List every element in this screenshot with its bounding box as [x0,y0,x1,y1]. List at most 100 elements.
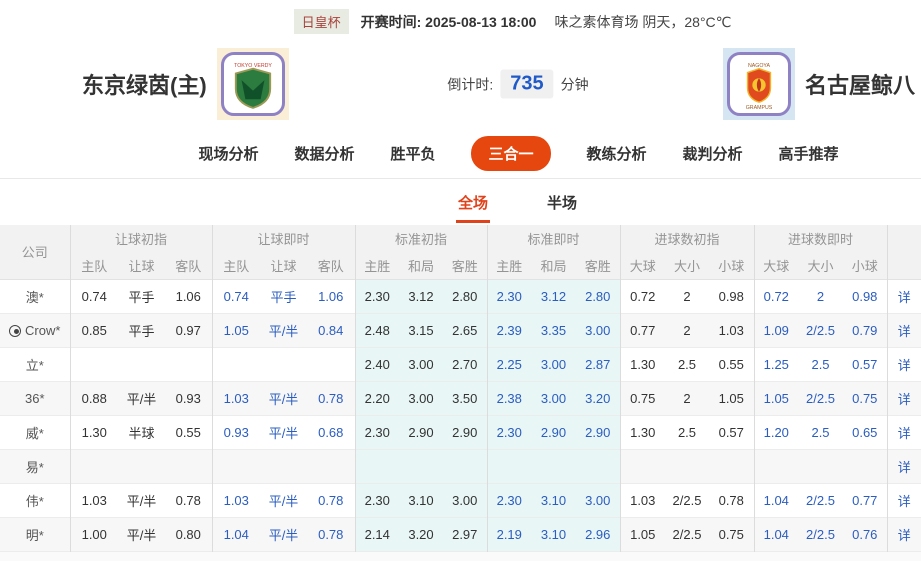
away-team-logo: NAGOYA GRAMPUS [723,48,795,120]
odds-cell [260,449,307,483]
odds-cell: 平/半 [118,483,165,517]
away-logo-ring: NAGOYA GRAMPUS [727,52,791,116]
odds-cell: 2.30 [355,483,399,517]
sub-header: 客胜 [443,252,487,279]
odds-cell: 2.96 [576,517,620,551]
odds-cell: 2.80 [576,279,620,313]
odds-cell [165,449,212,483]
sub-header: 主队 [212,252,260,279]
team-header: 东京绿茵(主) TOKYO VERDY 倒计时: 735 分钟 NAGOYA [0,42,921,126]
odds-cell: 1.05 [709,381,754,415]
odds-cell: 平手 [260,279,307,313]
odds-cell [212,347,260,381]
odds-cell [576,449,620,483]
odds-cell: 2.65 [443,313,487,347]
table-row: 伟*1.03平/半0.781.03平/半0.782.303.103.002.30… [0,483,921,517]
odds-cell [70,347,118,381]
table-row: Crow*0.85平手0.971.05平/半0.842.483.152.652.… [0,313,921,347]
odds-cell [399,449,443,483]
nav-tab-3[interactable]: 胜平负 [390,143,435,164]
nav-tab-2[interactable]: 数据分析 [294,143,354,164]
detail-link[interactable]: 详 [898,494,911,509]
odds-cell: 1.20 [754,415,798,449]
odds-cell: 1.00 [70,517,118,551]
odds-cell: 2.30 [355,279,399,313]
nav-tab-7[interactable]: 高手推荐 [779,143,839,164]
soccer-ball-icon [9,325,21,337]
countdown: 倒计时: 735 分钟 [447,70,588,99]
detail-link[interactable]: 详 [898,460,911,475]
table-row: 澳*0.74平手1.060.74平手1.062.303.122.802.303.… [0,279,921,313]
group-header-3: 标准初指 [355,225,487,252]
odds-cell: 2/2.5 [798,517,843,551]
odds-cell: 1.04 [754,517,798,551]
odds-cell: 3.00 [531,347,576,381]
company-cell: 36* [0,381,70,415]
detail-cell: 详 [887,347,921,381]
home-team-name: 东京绿茵(主) [82,68,207,100]
sub-header: 客队 [165,252,212,279]
odds-cell: 2 [665,381,709,415]
odds-cell: 平/半 [260,381,307,415]
odds-cell: 2.5 [798,415,843,449]
odds-cell: 1.30 [620,347,665,381]
detail-link[interactable]: 详 [898,290,911,305]
odds-cell [709,449,754,483]
odds-cell: 2.5 [665,347,709,381]
partial-row [0,551,921,561]
company-cell: 明* [0,517,70,551]
sub-tab-2[interactable]: 半场 [545,192,579,223]
nav-tab-4[interactable]: 三合一 [471,136,550,171]
home-crest-shield [235,69,269,108]
tokyo-verdy-crest-icon: TOKYO VERDY [232,59,274,109]
detail-cell: 详 [887,517,921,551]
group-header-4: 标准即时 [487,225,620,252]
sub-tab-1[interactable]: 全场 [456,192,490,223]
detail-link[interactable]: 详 [898,426,911,441]
sub-header: 主队 [70,252,118,279]
odds-cell: 0.78 [307,517,355,551]
odds-cell: 3.00 [399,381,443,415]
odds-cell: 3.12 [531,279,576,313]
sub-header: 小球 [843,252,887,279]
group-header-6: 进球数即时 [754,225,887,252]
detail-cell: 详 [887,313,921,347]
detail-cell: 详 [887,415,921,449]
odds-cell: 2.48 [355,313,399,347]
detail-link[interactable]: 详 [898,392,911,407]
odds-cell: 1.04 [212,517,260,551]
odds-cell: 1.25 [754,347,798,381]
odds-cell: 2.5 [798,347,843,381]
odds-cell: 2.90 [531,415,576,449]
company-name: 明* [26,528,44,543]
odds-cell: 平/半 [260,313,307,347]
odds-cell: 2.90 [399,415,443,449]
company-name: 威* [26,426,44,441]
partial-cell [0,551,921,561]
table-row: 威*1.30半球0.550.93平/半0.682.302.902.902.302… [0,415,921,449]
nav-tab-5[interactable]: 教练分析 [587,143,647,164]
odds-cell [307,347,355,381]
odds-cell [307,449,355,483]
odds-cell: 0.65 [843,415,887,449]
odds-cell: 0.75 [709,517,754,551]
odds-cell: 0.98 [709,279,754,313]
detail-link[interactable]: 详 [898,528,911,543]
odds-cell: 1.03 [212,381,260,415]
detail-link[interactable]: 详 [898,358,911,373]
sub-header: 和局 [531,252,576,279]
odds-cell: 0.78 [307,381,355,415]
nav-tab-1[interactable]: 现场分析 [198,143,258,164]
detail-cell: 详 [887,279,921,313]
nav-tab-6[interactable]: 裁判分析 [683,143,743,164]
odds-cell: 3.00 [443,483,487,517]
odds-cell: 0.74 [212,279,260,313]
detail-link[interactable]: 详 [898,324,911,339]
odds-cell [118,347,165,381]
home-logo-ring: TOKYO VERDY [221,52,285,116]
table-row: 易*详 [0,449,921,483]
odds-cell: 2.30 [355,415,399,449]
odds-cell: 2.20 [355,381,399,415]
sub-header: 客胜 [576,252,620,279]
sub-header: 让球 [118,252,165,279]
